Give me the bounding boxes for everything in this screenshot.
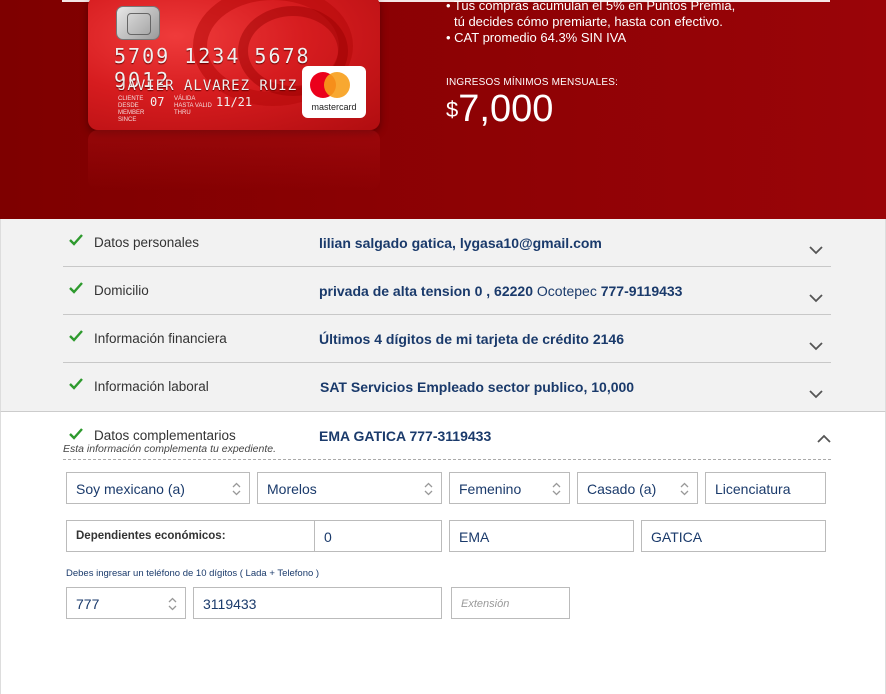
nationality-select[interactable]: Soy mexicano (a) — [66, 472, 250, 504]
select-arrows-icon — [552, 482, 561, 496]
promo-banner: 5709 1234 5678 9012 JAVIER ALVAREZ RUIZ … — [0, 0, 886, 219]
benefit-line: • CAT promedio 64.3% SIN IVA — [446, 30, 627, 45]
reference-lastname-input[interactable]: GATICA — [641, 520, 826, 552]
section-value: privada de alta tension 0 , 62220 Ocotep… — [319, 283, 682, 299]
reference-name-value: EMA — [459, 529, 490, 545]
member-since-label: CLIENTE DESDE MEMBER SINCE — [118, 96, 145, 123]
credit-card-image: 5709 1234 5678 9012 JAVIER ALVAREZ RUIZ … — [88, 0, 380, 130]
section-value: SAT Servicios Empleado sector publico, 1… — [320, 379, 635, 395]
marital-status-value: Casado (a) — [587, 481, 657, 497]
section-informacion-laboral[interactable]: Información laboral SAT Servicios Emplea… — [63, 363, 831, 411]
mastercard-logo-icon: mastercard — [302, 66, 366, 118]
section-label: Información laboral — [94, 379, 209, 394]
section-value: Últimos 4 dígitos de mi tarjeta de crédi… — [319, 331, 624, 347]
phone-input[interactable]: 3119433 — [193, 587, 442, 619]
chevron-down-icon[interactable] — [809, 293, 823, 303]
select-arrows-icon — [680, 482, 689, 496]
section-label: Información financiera — [94, 331, 227, 346]
currency-symbol: $ — [446, 97, 459, 122]
select-arrows-icon — [232, 482, 241, 496]
address-city: Ocotepec — [533, 283, 597, 299]
section-datos-complementarios-panel: Datos complementarios EMA GATICA 777-311… — [0, 411, 886, 694]
extension-input[interactable]: Extensión — [451, 587, 570, 619]
benefit-line: • Tus compras acumulan el 5% en Puntos P… — [446, 0, 736, 13]
section-label: Datos complementarios — [94, 428, 236, 443]
chevron-up-icon[interactable] — [817, 434, 831, 444]
select-arrows-icon — [168, 597, 177, 611]
card-chip-icon — [116, 6, 160, 40]
member-since-value: 07 — [150, 95, 165, 109]
gender-value: Femenino — [459, 481, 522, 497]
lada-select[interactable]: 777 — [66, 587, 186, 619]
dependents-label: Dependientes económicos: — [76, 530, 226, 542]
income-value: 7,000 — [458, 88, 554, 130]
check-icon — [69, 234, 83, 246]
check-icon — [69, 282, 83, 294]
section-value: EMA GATICA 777-3119433 — [319, 428, 492, 444]
benefit-line: tú decides cómo premiarte, hasta con efe… — [454, 14, 723, 29]
section-datos-personales[interactable]: Datos personales lilian salgado gatica, … — [63, 219, 831, 267]
chevron-down-icon[interactable] — [809, 341, 823, 351]
dependents-input[interactable]: 0 — [314, 520, 442, 552]
check-icon — [69, 428, 83, 440]
education-value: Licenciatura — [715, 481, 791, 497]
phone-value: 3119433 — [203, 596, 257, 612]
section-informacion-financiera[interactable]: Información financiera Últimos 4 dígitos… — [63, 315, 831, 363]
chevron-down-icon[interactable] — [809, 389, 823, 399]
gender-select[interactable]: Femenino — [449, 472, 570, 504]
valid-thru-label: VÁLIDA HASTA VALID THRU — [174, 96, 212, 116]
dependents-label-cell: Dependientes económicos: — [66, 520, 316, 552]
card-expiry: 11/21 — [216, 95, 253, 109]
section-label: Datos personales — [94, 235, 200, 250]
state-select[interactable]: Morelos — [257, 472, 442, 504]
education-select[interactable]: Licenciatura — [705, 472, 826, 504]
select-arrows-icon — [424, 482, 433, 496]
check-icon — [69, 330, 83, 342]
min-income-amount: $7,000 — [446, 88, 553, 131]
mastercard-wordmark: mastercard — [311, 102, 357, 112]
check-icon — [69, 378, 83, 390]
reference-name-input[interactable]: EMA — [449, 520, 634, 552]
nationality-value: Soy mexicano (a) — [76, 481, 185, 497]
section-note: Esta información complementa tu expedien… — [63, 443, 277, 455]
phone-hint: Debes ingresar un teléfono de 10 dígitos… — [66, 568, 320, 579]
state-value: Morelos — [267, 481, 317, 497]
chevron-down-icon[interactable] — [809, 245, 823, 255]
section-value: lilian salgado gatica, lygasa10@gmail.co… — [319, 235, 602, 251]
lada-value: 777 — [76, 596, 100, 612]
min-income-label: INGRESOS MÍNIMOS MENSUALES: — [446, 77, 619, 88]
address-street: privada de alta tension 0 , 62220 — [319, 283, 533, 299]
address-phone: 777-9119433 — [596, 283, 683, 299]
benefits-list: • Tus compras acumulan el 5% en Puntos P… — [446, 0, 735, 46]
section-label: Domicilio — [94, 283, 149, 298]
dependents-value: 0 — [324, 529, 332, 545]
card-reflection — [88, 130, 380, 190]
card-holder-name: JAVIER ALVAREZ RUIZ — [118, 78, 298, 94]
application-summary: Datos personales lilian salgado gatica, … — [0, 219, 886, 411]
extension-placeholder: Extensión — [461, 598, 510, 610]
reference-lastname-value: GATICA — [651, 529, 703, 545]
marital-status-select[interactable]: Casado (a) — [577, 472, 698, 504]
section-datos-complementarios[interactable]: Datos complementarios EMA GATICA 777-311… — [63, 412, 831, 460]
section-domicilio[interactable]: Domicilio privada de alta tension 0 , 62… — [63, 267, 831, 315]
